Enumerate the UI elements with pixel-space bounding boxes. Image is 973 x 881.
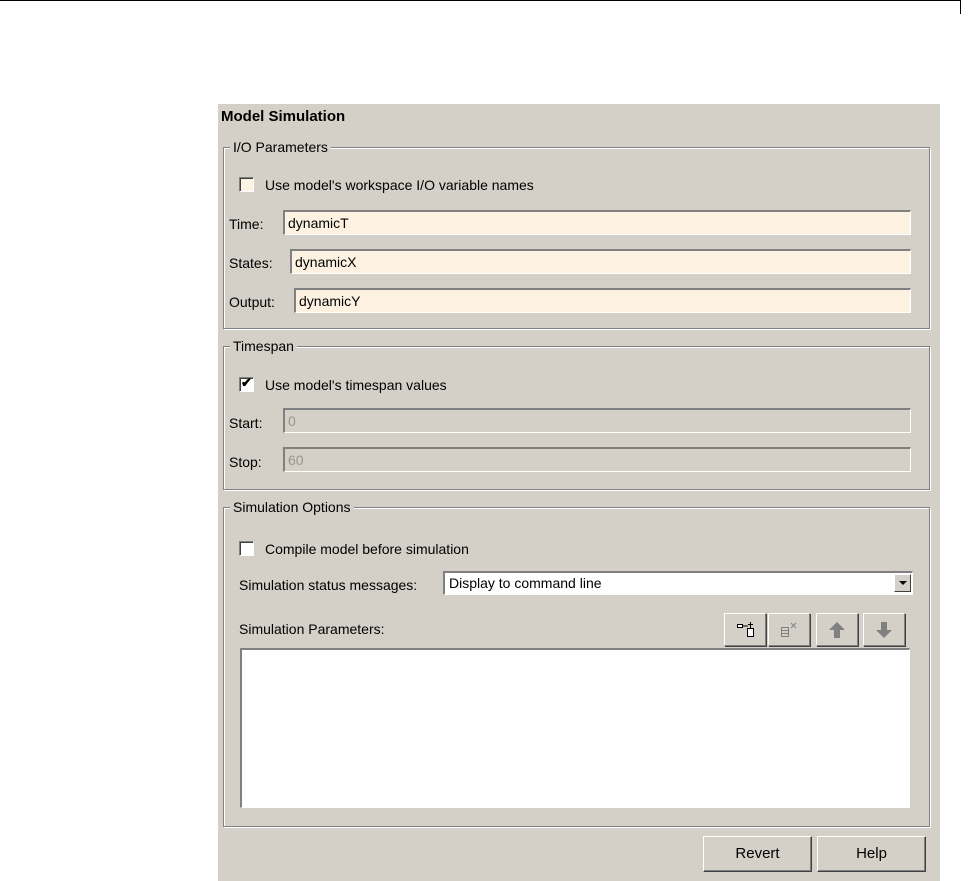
use-timespan-label: Use model's timespan values — [265, 377, 447, 393]
compile-model-checkbox[interactable] — [239, 541, 254, 556]
time-input[interactable]: dynamicT — [283, 210, 911, 235]
chevron-down-icon[interactable] — [894, 574, 911, 592]
use-workspace-names-label: Use model's workspace I/O variable names — [265, 177, 534, 193]
simulation-parameters-label: Simulation Parameters: — [239, 621, 385, 637]
move-up-button[interactable] — [816, 613, 858, 646]
timespan-legend: Timespan — [230, 337, 297, 355]
window-top-border — [0, 0, 960, 1]
compile-model-label: Compile model before simulation — [265, 541, 469, 557]
use-workspace-names-checkbox[interactable] — [239, 177, 254, 192]
status-messages-label: Simulation status messages: — [239, 577, 418, 593]
simulation-options-legend: Simulation Options — [230, 498, 354, 516]
io-parameters-legend: I/O Parameters — [230, 138, 331, 156]
states-input[interactable]: dynamicX — [290, 249, 911, 274]
move-down-icon — [876, 622, 892, 638]
timespan-group: Timespan ✔ Use model's timespan values S… — [223, 337, 930, 490]
simulation-parameters-list[interactable] — [240, 648, 910, 808]
start-input[interactable]: 0 — [283, 408, 911, 433]
output-input[interactable]: dynamicY — [294, 288, 911, 313]
help-button[interactable]: Help — [817, 836, 926, 872]
remove-parameter-button[interactable] — [768, 613, 810, 646]
status-messages-value: Display to command line — [449, 575, 602, 591]
window-top-border-end — [960, 0, 961, 14]
move-up-icon — [829, 622, 845, 638]
add-parameter-button[interactable] — [724, 613, 766, 646]
time-label: Time: — [229, 216, 264, 232]
output-label: Output: — [229, 294, 275, 310]
io-parameters-group: I/O Parameters Use model's workspace I/O… — [223, 138, 930, 329]
start-label: Start: — [229, 415, 263, 431]
checkmark-icon: ✔ — [241, 375, 252, 390]
status-messages-select[interactable]: Display to command line — [443, 571, 913, 595]
move-down-button[interactable] — [863, 613, 905, 646]
panel-title: Model Simulation — [221, 108, 346, 125]
use-timespan-checkbox[interactable]: ✔ — [239, 375, 254, 392]
states-label: States: — [229, 255, 273, 271]
revert-button[interactable]: Revert — [703, 836, 812, 872]
stop-input[interactable]: 60 — [283, 447, 911, 472]
add-parameter-icon — [737, 622, 754, 637]
stop-label: Stop: — [229, 454, 262, 470]
remove-parameter-icon — [781, 622, 797, 637]
model-simulation-panel: Model Simulation I/O Parameters Use mode… — [218, 104, 940, 881]
